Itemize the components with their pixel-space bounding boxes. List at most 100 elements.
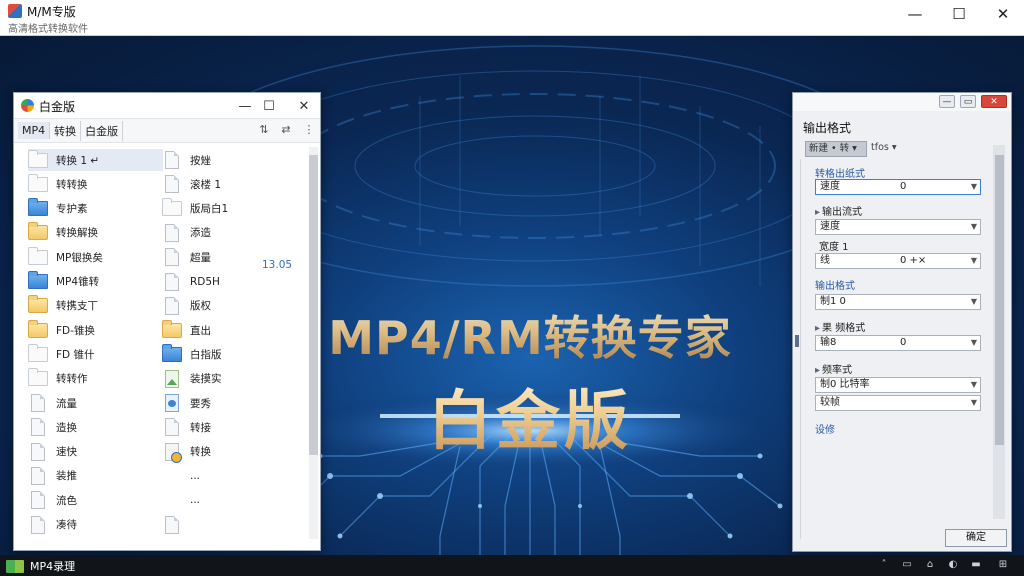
doc-icon	[31, 466, 45, 485]
file-item[interactable]: 凑待	[28, 514, 163, 536]
width-label: 宽度 1	[819, 242, 849, 253]
file-item[interactable]: RD5H	[162, 271, 297, 293]
audio-format-label[interactable]: 果 频格式	[815, 319, 865, 334]
file-item[interactable]: 滚楼 1	[162, 173, 297, 195]
folder-icon	[162, 319, 182, 338]
file-item[interactable]: 版局白1	[162, 198, 297, 220]
tray-network-icon[interactable]: ⌂	[923, 559, 937, 570]
explorer-scroll-thumb[interactable]	[309, 155, 318, 455]
file-item[interactable]: 转接	[162, 416, 297, 438]
close-button[interactable]: ✕	[986, 2, 1020, 26]
doc-pic-icon	[165, 369, 179, 388]
folder-white-icon	[28, 149, 48, 168]
file-item[interactable]: 流量	[28, 392, 163, 414]
file-item[interactable]: 转转换	[28, 173, 163, 195]
audio-format-select[interactable]: 输8 0 ▼	[815, 335, 981, 351]
tray-display-icon[interactable]: ▭	[900, 559, 914, 570]
folder-white-icon	[28, 173, 48, 192]
panel-divider	[793, 159, 801, 539]
bitrate-select[interactable]: 制0 比特率 ▼	[815, 377, 981, 393]
file-item[interactable]: 添造	[162, 222, 297, 244]
doc-icon	[165, 296, 179, 315]
minimize-button[interactable]: —	[898, 2, 932, 26]
file-item-label: 版局白1	[190, 203, 229, 216]
file-item-label: RD5H	[190, 275, 220, 288]
panel-scroll-thumb[interactable]	[995, 155, 1004, 445]
line-select-text: 线	[820, 255, 830, 266]
tab-mp4[interactable]: MP4	[18, 122, 51, 139]
file-item[interactable]: 转转作	[28, 368, 163, 390]
explorer-maximize-button[interactable]: ☐	[256, 96, 282, 116]
panel-minimize-icon[interactable]: —	[939, 95, 955, 108]
file-item-label: 滚楼 1	[190, 178, 222, 191]
chevron-down-icon: ▼	[970, 256, 977, 265]
file-item[interactable]: 速快	[28, 441, 163, 463]
file-item[interactable]: ...	[162, 465, 297, 487]
settings-link[interactable]: 设修	[815, 421, 835, 436]
file-item-label: 转换 1 ↵	[56, 154, 100, 167]
line-select[interactable]: 线 0 +× ▼	[815, 253, 981, 269]
app-taskbar-icon	[6, 559, 24, 573]
file-item[interactable]: 转换解换	[28, 222, 163, 244]
tray-volume-icon[interactable]: ◐	[946, 559, 960, 570]
doc-icon	[165, 272, 179, 291]
file-item[interactable]: MP银换矣	[28, 246, 163, 268]
file-item[interactable]: 装推	[28, 465, 163, 487]
tray-battery-icon[interactable]: ▬	[969, 559, 983, 570]
file-item[interactable]: 转换	[162, 441, 297, 463]
frame-select[interactable]: 较帧 ▼	[815, 395, 981, 411]
stream-label[interactable]: 输出流式	[815, 203, 862, 218]
app-logo-icon	[8, 4, 22, 18]
file-item[interactable]: MP4锥转	[28, 271, 163, 293]
format-select[interactable]: 速度 0 ▼	[815, 179, 981, 195]
ok-button[interactable]: 确定	[945, 529, 1007, 547]
file-item[interactable]: 按矬	[162, 149, 297, 171]
doc-icon	[31, 442, 45, 461]
file-item-label: 转换	[190, 446, 211, 459]
file-item[interactable]: 流色	[28, 489, 163, 511]
file-item[interactable]: ...	[162, 489, 297, 511]
chevron-down-icon: ▼	[970, 182, 977, 191]
file-item-label: FD-锥换	[56, 324, 95, 337]
file-item[interactable]	[162, 514, 297, 536]
file-item-label: 转携支丅	[56, 300, 98, 313]
sort-icon[interactable]: ⇅	[256, 123, 272, 136]
preset-dropdown[interactable]: 新建 • 转 ▾	[805, 141, 867, 157]
file-item[interactable]: 造换	[28, 416, 163, 438]
panel-restore-icon[interactable]: ▭	[960, 95, 976, 108]
file-item[interactable]: 转携支丅	[28, 295, 163, 317]
taskbar-app-button[interactable]: MP4录理	[6, 558, 75, 574]
output-format-select[interactable]: 制1 0 ▼	[815, 294, 981, 310]
file-item[interactable]: 版权	[162, 295, 297, 317]
preset-extra[interactable]: tfos ▾	[871, 142, 897, 153]
tray-windows-icon[interactable]: ⊞	[996, 559, 1010, 570]
file-item[interactable]: 转换 1 ↵	[28, 149, 163, 171]
stream-select[interactable]: 速度 ▼	[815, 219, 981, 235]
tab-convert[interactable]: 转换	[50, 120, 82, 141]
folder-white-icon	[28, 368, 48, 387]
doc-icon	[165, 248, 179, 267]
file-item[interactable]: 要秀	[162, 392, 297, 414]
explorer-minimize-button[interactable]: —	[232, 96, 258, 116]
explorer-close-button[interactable]: ✕	[291, 96, 317, 116]
file-item-label: 转换解换	[56, 227, 98, 240]
tab-platinum[interactable]: 白金版	[81, 120, 124, 141]
panel-close-icon[interactable]: ✕	[981, 95, 1007, 108]
panel-resize-handle[interactable]	[795, 335, 799, 347]
file-item-label: 版权	[190, 300, 211, 313]
file-item[interactable]: FD-锥换	[28, 319, 163, 341]
file-item[interactable]: FD 锥什	[28, 343, 163, 365]
file-item[interactable]: 直出	[162, 319, 297, 341]
file-item[interactable]: 专护素	[28, 198, 163, 220]
chevron-down-icon: ▼	[970, 380, 977, 389]
frequency-label[interactable]: 频率式	[815, 361, 852, 376]
swap-icon[interactable]: ⇄	[278, 123, 294, 136]
tray-expand-icon[interactable]: ˄	[877, 559, 891, 570]
doc-icon	[165, 223, 179, 242]
more-icon[interactable]: ⋮	[301, 123, 317, 136]
chevron-down-icon: ▼	[970, 222, 977, 231]
file-item-label: ...	[190, 469, 201, 482]
file-item[interactable]: 白指版	[162, 343, 297, 365]
file-item[interactable]: 装摸实	[162, 368, 297, 390]
maximize-button[interactable]: ☐	[942, 2, 976, 26]
